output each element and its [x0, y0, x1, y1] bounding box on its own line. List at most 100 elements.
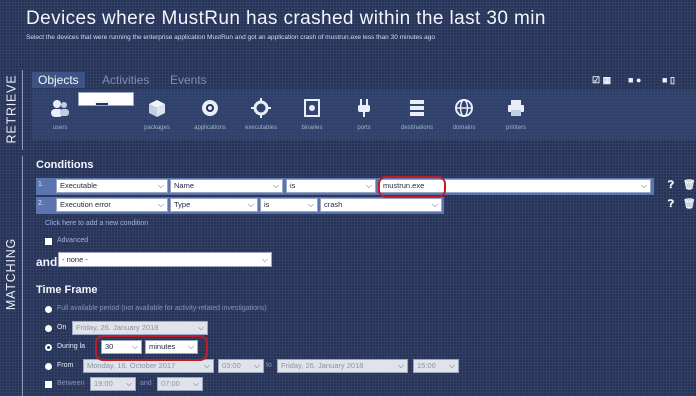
between-to-select[interactable]: 07:00 ⌵	[157, 377, 203, 391]
between-from-select[interactable]: 19:00 ⌵	[90, 377, 136, 391]
category-printers[interactable]: printers	[488, 92, 544, 138]
chevron-down-icon: ⌵	[197, 323, 204, 332]
category-ports[interactable]: ports	[336, 92, 392, 138]
windows-icon: ▦	[602, 75, 612, 85]
mobile-view-toggle[interactable]: ■ ▯	[662, 75, 675, 86]
category-label: applications	[194, 125, 226, 131]
application-icon	[202, 100, 218, 116]
chevron-down-icon: ⌵	[253, 361, 260, 370]
chevron-down-icon: ⌵	[131, 342, 138, 351]
chevron-down-icon: ⌵	[431, 200, 438, 209]
condition-object-select[interactable]: Execution error ⌵	[56, 198, 168, 212]
plug-icon	[358, 99, 370, 117]
on-radio[interactable]	[45, 325, 52, 332]
condition-row-2: 2. Execution error ⌵ Type ⌵ is ⌵ crash ⌵	[36, 197, 444, 214]
on-date-input[interactable]: Friday, 26. January 2018 ⌵	[72, 321, 208, 335]
chevron-down-icon: ⌵	[307, 200, 314, 209]
from-time-select[interactable]: 03:00 ⌵	[218, 359, 264, 373]
users-icon	[51, 100, 69, 117]
server-icon	[410, 100, 424, 116]
category-domains[interactable]: domains	[436, 92, 492, 138]
chevron-down-icon: ⌵	[272, 181, 279, 190]
and-select[interactable]: - none - ⌵	[58, 252, 272, 267]
during-last-label: During la	[57, 343, 86, 350]
between-and-label: and	[140, 380, 152, 387]
during-unit-select[interactable]: minutes ⌵	[145, 340, 198, 354]
condition-index: 1.	[38, 181, 44, 188]
tab-bar: Objects Activities Events ☑ ▦ ■ ● ■ ▯	[32, 72, 696, 88]
chevron-down-icon: ⌵	[397, 361, 404, 370]
checkbox-icon: ☑	[592, 75, 601, 85]
category-label: executables	[244, 125, 278, 131]
chevron-down-icon: ⌵	[157, 181, 164, 190]
full-period-label: Full available period (not available for…	[57, 305, 267, 312]
conditions-title: Conditions	[36, 159, 94, 171]
matching-section-label: MATCHING	[4, 237, 19, 311]
from-label: From	[57, 362, 74, 369]
between-label: Between	[57, 380, 85, 387]
apple-view-toggle[interactable]: ■ ●	[628, 75, 641, 85]
globe-icon	[455, 99, 473, 117]
full-period-radio[interactable]	[45, 306, 52, 313]
package-icon	[149, 100, 165, 117]
category-label: ports	[357, 125, 371, 131]
condition-operator-select[interactable]: is ⌵	[260, 198, 318, 212]
tab-activities[interactable]: Activities	[96, 72, 155, 88]
windows-view-toggle[interactable]: ☑ ▦	[592, 75, 611, 86]
chevron-down-icon: ⌵	[203, 361, 210, 370]
tab-objects[interactable]: Objects	[32, 72, 85, 88]
printer-icon	[508, 100, 524, 116]
time-frame-title: Time Frame	[36, 284, 98, 296]
during-value-select[interactable]: 30 ⌵	[101, 340, 142, 354]
help-icon[interactable]: ❓︎	[668, 199, 674, 210]
category-binaries[interactable]: binaries	[284, 92, 340, 138]
to-time-select[interactable]: 15:00 ⌵	[413, 359, 459, 373]
condition-index: 2.	[38, 200, 44, 207]
tab-events[interactable]: Events	[164, 72, 213, 88]
binary-icon	[304, 99, 320, 117]
condition-object-select[interactable]: Executable ⌵	[56, 179, 168, 193]
during-last-radio[interactable]	[45, 344, 52, 351]
add-condition-link[interactable]: Click here to add a new condition	[45, 220, 148, 227]
category-executables[interactable]: executables	[233, 92, 289, 138]
between-checkbox[interactable]	[45, 381, 52, 388]
category-packages[interactable]: packages	[129, 92, 185, 138]
condition-field-select[interactable]: Name ⌵	[170, 179, 283, 193]
apple-icon: ●	[635, 75, 642, 85]
chevron-down-icon: ⌵	[448, 361, 455, 370]
on-label: On	[57, 324, 67, 331]
category-label: users	[52, 125, 68, 131]
category-devices[interactable]: devices	[78, 92, 134, 106]
square-icon: ■	[662, 75, 668, 85]
category-applications[interactable]: applications	[182, 92, 238, 138]
chevron-down-icon: ⌵	[187, 342, 194, 351]
category-label: binaries	[301, 125, 323, 131]
condition-value-select[interactable]: crash ⌵	[320, 198, 442, 212]
chevron-down-icon: ⌵	[157, 200, 164, 209]
retrieve-divider	[22, 70, 23, 150]
matching-divider	[22, 156, 23, 396]
to-date-input[interactable]: Friday, 26. January 2018 ⌵	[277, 359, 408, 373]
gear-icon	[251, 98, 271, 118]
trash-icon[interactable]: 🗑︎	[683, 199, 696, 210]
monitor-icon	[93, 101, 110, 105]
trash-icon[interactable]: 🗑︎	[683, 180, 696, 191]
advanced-label[interactable]: Advanced	[57, 237, 88, 244]
advanced-checkbox[interactable]	[45, 238, 52, 245]
condition-value-input[interactable]: mustrun.exe ⌵	[379, 179, 651, 193]
chevron-down-icon: ⌵	[261, 255, 268, 264]
from-radio[interactable]	[45, 363, 52, 370]
retrieve-section-label: RETRIEVE	[4, 74, 19, 144]
page-title: Devices where MustRun has crashed within…	[26, 8, 546, 29]
condition-operator-select[interactable]: is ⌵	[286, 179, 376, 193]
header: Devices where MustRun has crashed within…	[0, 0, 696, 56]
category-label: domains	[452, 125, 476, 131]
square-icon: ■	[628, 75, 634, 85]
category-label: printers	[505, 125, 526, 131]
condition-field-select[interactable]: Type ⌵	[170, 198, 258, 212]
phone-icon: ▯	[669, 75, 675, 85]
chevron-down-icon: ⌵	[247, 200, 254, 209]
help-icon[interactable]: ❓︎	[668, 180, 674, 191]
category-label: packages	[144, 125, 170, 131]
from-date-input[interactable]: Monday, 16. October 2017 ⌵	[83, 359, 214, 373]
